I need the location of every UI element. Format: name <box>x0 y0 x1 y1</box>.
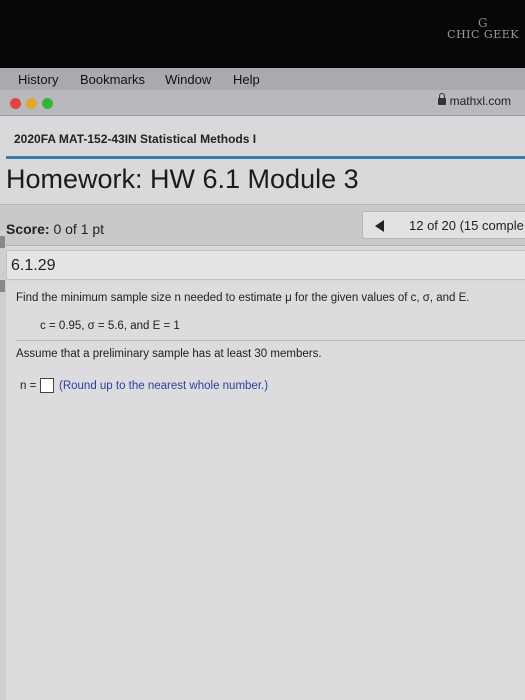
question-progress: 12 of 20 (15 comple <box>409 218 524 233</box>
zoom-window-button[interactable] <box>42 98 53 109</box>
menu-window[interactable]: Window <box>165 72 211 87</box>
section-divider <box>16 340 525 341</box>
lock-icon <box>437 93 446 105</box>
course-title: 2020FA MAT-152-43IN Statistical Methods … <box>14 132 257 146</box>
address-bar[interactable]: mathxl.com <box>437 93 511 108</box>
score-label: Score: <box>6 221 50 237</box>
answer-label: n = <box>20 380 37 392</box>
browser-toolbar: mathxl.com <box>0 90 525 116</box>
screen-bezel: G CHIC GEEK <box>0 0 525 68</box>
homework-title: Homework: HW 6.1 Module 3 <box>6 164 359 194</box>
assumption-text: Assume that a preliminary sample has at … <box>16 348 322 360</box>
score-display: Score: 0 of 1 pt <box>6 221 104 237</box>
menu-history[interactable]: History <box>18 72 58 87</box>
rounding-hint: (Round up to the nearest whole number.) <box>59 380 269 392</box>
menu-bar: History Bookmarks Window Help <box>0 68 525 90</box>
header-divider <box>6 156 525 159</box>
brand-logo-icon: G <box>478 16 489 30</box>
mathxl-page: 2020FA MAT-152-43IN Statistical Methods … <box>0 116 525 700</box>
answer-input[interactable] <box>40 378 54 393</box>
previous-question-icon[interactable] <box>375 220 384 232</box>
left-edge-marker <box>0 280 5 292</box>
question-navigator: 12 of 20 (15 comple <box>362 211 525 239</box>
close-window-button[interactable] <box>10 98 21 109</box>
address-text: mathxl.com <box>449 94 511 108</box>
score-bar: Score: 0 of 1 pt 12 of 20 (15 comple <box>0 204 525 246</box>
left-edge-marker <box>0 236 5 248</box>
menu-help[interactable]: Help <box>233 72 260 87</box>
page-left-edge <box>0 230 6 700</box>
given-values: c = 0.95, σ = 5.6, and E = 1 <box>40 320 180 332</box>
question-prompt: Find the minimum sample size n needed to… <box>16 292 470 304</box>
brand-text: CHIC GEEK <box>447 28 519 41</box>
minimize-window-button[interactable] <box>26 98 37 109</box>
question-number: 6.1.29 <box>11 257 56 274</box>
brand-sticker: G CHIC GEEK <box>447 16 519 41</box>
question-body: Find the minimum sample size n needed to… <box>6 284 525 700</box>
menu-bookmarks[interactable]: Bookmarks <box>80 72 145 87</box>
score-value: 0 of 1 pt <box>53 221 105 237</box>
question-header: 6.1.29 <box>6 250 525 280</box>
